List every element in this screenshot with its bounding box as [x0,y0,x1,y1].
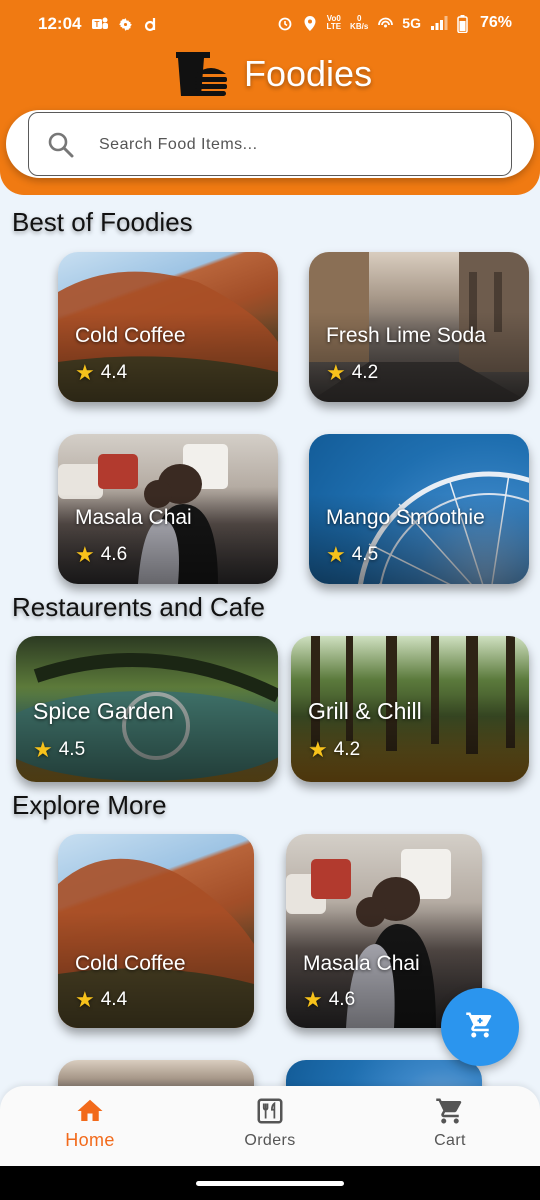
d-app-icon [143,16,159,32]
volte-bottom-text: LTE [326,22,342,31]
card-title: Masala Chai [303,952,420,975]
bottom-navigation: Home Orders Cart [0,1086,540,1166]
status-time: 12:04 [38,14,82,33]
star-icon: ★ [75,360,95,385]
battery-percent: 76% [479,14,512,31]
battery-icon [455,15,471,34]
burger-box-icon [174,50,232,98]
card-rating: ★ 4.2 [308,739,360,761]
food-card-fresh-lime-soda[interactable]: Fresh Lime Soda ★ 4.2 [309,252,529,402]
status-right: Vo0 LTE 0 KB/s 5G 76% [277,14,512,34]
star-icon: ★ [308,737,328,762]
speed-unit: KB/s [350,22,369,31]
rating-value: 4.5 [351,544,379,565]
section-title-restaurants: Restaurents and Cafe [12,592,265,622]
rating-value: 4.4 [100,989,128,1010]
search-icon[interactable] [47,131,75,159]
nav-label: Orders [244,1132,296,1149]
nav-label: Cart [434,1132,466,1149]
svg-text:T: T [95,20,100,29]
section-title-best: Best of Foodies [12,207,193,237]
signal-icon [430,15,448,31]
rating-value: 4.5 [58,739,86,760]
alarm-icon [277,15,293,31]
star-icon: ★ [75,987,95,1012]
data-speed-icon: 0 KB/s [350,15,368,31]
cart-fab-button[interactable] [441,988,519,1066]
card-title: Fresh Lime Soda [326,324,486,347]
section-title-explore: Explore More [12,790,167,820]
card-rating: ★ 4.6 [303,989,355,1011]
card-rating: ★ 4.6 [75,544,127,566]
rating-value: 4.6 [100,544,128,565]
card-title: Cold Coffee [75,324,186,347]
settings-gear-icon [117,16,133,32]
nav-item-home[interactable]: Home [35,1096,145,1160]
search-container [6,110,534,178]
status-bar: 12:04 T Vo0 LTE 0 KB/s 5G 76% [0,0,540,50]
rating-value: 4.2 [351,362,379,383]
card-rating: ★ 4.4 [75,362,127,384]
food-card-mango-smoothie[interactable]: Mango Smoothie ★ 4.5 [309,434,529,584]
location-icon [302,15,318,31]
rating-value: 4.2 [333,739,361,760]
nav-item-orders[interactable]: Orders [215,1096,325,1160]
app-header: 12:04 T Vo0 LTE 0 KB/s 5G 76% Foodies Se… [0,0,540,195]
card-rating: ★ 4.4 [75,989,127,1011]
star-icon: ★ [303,987,323,1012]
card-rating: ★ 4.5 [326,544,378,566]
restaurant-card-spice-garden[interactable]: Spice Garden ★ 4.5 [16,636,278,782]
star-icon: ★ [75,542,95,567]
card-title: Masala Chai [75,506,192,529]
home-icon [75,1096,105,1126]
cart-icon [435,1096,465,1126]
cart-icon [465,1010,495,1045]
card-title: Spice Garden [33,698,174,724]
home-gesture-handle[interactable] [196,1181,344,1186]
brand: Foodies [174,46,372,102]
card-rating: ★ 4.5 [33,739,85,761]
rating-value: 4.4 [100,362,128,383]
search-input[interactable] [99,127,479,163]
app-title: Foodies [244,53,373,94]
volte-icon: Vo0 LTE [327,15,342,31]
nav-label: Home [65,1130,115,1150]
food-card-masala-chai[interactable]: Masala Chai ★ 4.6 [58,434,278,584]
food-card-cold-coffee[interactable]: Cold Coffee ★ 4.4 [58,252,278,402]
restaurant-card-grill-and-chill[interactable]: Grill & Chill ★ 4.2 [291,636,529,782]
star-icon: ★ [326,360,346,385]
system-gesture-bar [0,1166,540,1200]
search-box[interactable] [28,112,512,176]
card-rating: ★ 4.2 [326,362,378,384]
star-icon: ★ [326,542,346,567]
rating-value: 4.6 [328,989,356,1010]
nav-item-cart[interactable]: Cart [395,1096,505,1160]
teams-icon: T [91,16,109,32]
hotspot-icon [377,15,394,31]
orders-icon [255,1096,285,1126]
card-title: Mango Smoothie [326,506,485,529]
card-title: Grill & Chill [308,698,422,724]
network-type: 5G [402,15,421,31]
explore-card-cold-coffee[interactable]: Cold Coffee ★ 4.4 [58,834,254,1028]
card-title: Cold Coffee [75,952,186,975]
star-icon: ★ [33,737,53,762]
status-left: 12:04 T [38,14,159,34]
